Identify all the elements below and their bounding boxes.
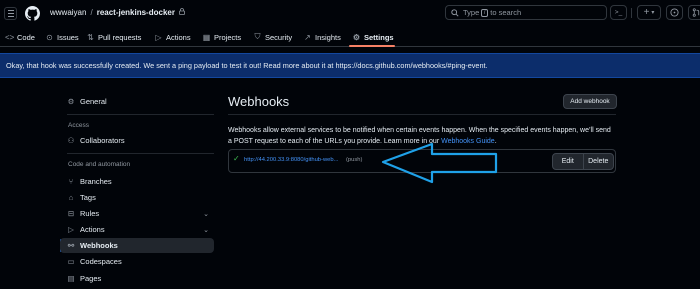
tab-actions[interactable]: ▷ Actions	[154, 30, 191, 44]
sidebar-item-label: Pages	[80, 274, 102, 283]
webhook-icon: ⚯	[67, 241, 75, 250]
search-input[interactable]: Type / to search	[445, 5, 607, 20]
sidebar-item-codespaces[interactable]: ▭ Codespaces	[60, 254, 214, 269]
tab-actions-label: Actions	[166, 32, 191, 42]
flash-notice: Okay, that hook was successfully created…	[0, 53, 700, 78]
tab-insights[interactable]: ↗ Insights	[303, 30, 341, 44]
sidebar-item-label: General	[80, 97, 107, 106]
sidebar-item-branches[interactable]: ⑂ Branches	[60, 174, 214, 189]
breadcrumb-separator: /	[90, 8, 93, 17]
pull-request-icon: ⇅	[87, 32, 94, 42]
table-icon: ▦	[202, 32, 211, 42]
tab-code[interactable]: <> Code	[5, 30, 35, 44]
command-palette-button[interactable]: >_	[610, 5, 627, 20]
repo-tabs: <> Code ⊙ Issues ⇅ Pull requests ▷ Actio…	[0, 27, 700, 47]
sidebar-heading-access: Access	[68, 122, 89, 129]
chevron-down-icon: ▾	[651, 10, 655, 16]
chevron-down-icon: ⌄	[203, 210, 209, 218]
sidebar-heading-code-automation: Code and automation	[68, 161, 131, 168]
webhook-url-link[interactable]: http://44.200.33.9:8080/github-web...	[244, 157, 338, 163]
tab-projects-label: Projects	[214, 32, 242, 42]
lock-icon	[179, 8, 185, 17]
git-pull-request-icon	[692, 8, 700, 17]
sidebar-item-rules[interactable]: ⊟ Rules ⌄	[60, 206, 214, 221]
webhook-event: (push)	[346, 157, 363, 163]
tab-settings[interactable]: ⚙ Settings	[352, 30, 394, 44]
title-divider	[228, 114, 616, 115]
annotation-arrow-icon	[381, 142, 498, 184]
page-title: Webhooks	[228, 94, 290, 109]
sidebar-divider	[67, 114, 214, 115]
code-icon: <>	[5, 32, 15, 42]
browser-icon: ▤	[67, 274, 75, 283]
tab-insights-label: Insights	[315, 32, 341, 42]
sidebar-item-tags[interactable]: ⌂ Tags	[60, 190, 214, 205]
breadcrumb-owner[interactable]: wwwaiyan	[50, 8, 86, 17]
sidebar-item-collaborators[interactable]: ⚇ Collaborators	[60, 133, 214, 148]
tab-issues-label: Issues	[57, 32, 79, 42]
sidebar-item-actions[interactable]: ▷ Actions ⌄	[60, 222, 214, 237]
plus-icon: +	[643, 7, 650, 18]
play-icon: ▷	[68, 225, 74, 234]
tab-projects[interactable]: ▦ Projects	[202, 30, 241, 44]
play-icon: ▷	[155, 32, 162, 42]
sidebar-item-label: Tags	[80, 193, 96, 202]
create-new-button[interactable]: + ▾	[637, 5, 661, 20]
issue-icon: ⊙	[46, 32, 53, 42]
gear-icon: ⚙	[67, 97, 75, 106]
add-webhook-button[interactable]: Add webhook	[563, 94, 617, 109]
issues-button[interactable]	[666, 5, 683, 20]
edit-button[interactable]: Edit	[553, 154, 583, 169]
tab-code-label: Code	[17, 32, 35, 42]
git-branch-icon: ⑂	[68, 177, 74, 186]
sidebar-divider	[67, 153, 214, 154]
sidebar-item-label: Actions	[80, 225, 105, 234]
search-shortcut-key: /	[481, 8, 489, 17]
shield-icon: ⛉	[254, 32, 261, 41]
tab-issues[interactable]: ⊙ Issues	[45, 30, 79, 44]
webhook-actions: Edit Delete	[552, 153, 614, 170]
sidebar-item-pages[interactable]: ▤ Pages	[60, 271, 214, 286]
delete-button[interactable]: Delete	[582, 154, 614, 169]
search-icon	[451, 8, 459, 17]
search-suffix: to search	[490, 8, 522, 17]
tag-icon: ⌂	[68, 193, 74, 202]
tab-security-label: Security	[265, 32, 293, 42]
tab-settings-label: Settings	[364, 32, 394, 42]
header-divider	[631, 8, 632, 18]
menu-icon[interactable]	[4, 7, 17, 20]
tab-pull-requests[interactable]: ⇅ Pull requests	[86, 30, 141, 44]
tab-pull-requests-label: Pull requests	[98, 32, 142, 42]
gear-icon: ⚙	[352, 32, 361, 42]
flash-message: Okay, that hook was successfully created…	[6, 61, 488, 70]
rules-icon: ⊟	[67, 209, 75, 218]
sidebar-item-label: Collaborators	[80, 136, 125, 145]
search-prefix: Type	[463, 8, 480, 17]
check-icon: ✓	[233, 154, 240, 163]
sidebar-item-label: Webhooks	[80, 241, 118, 250]
tab-security[interactable]: ⛉ Security	[253, 30, 293, 44]
sidebar-item-label: Codespaces	[80, 257, 122, 266]
terminal-icon: >_	[614, 9, 623, 16]
breadcrumb-repo[interactable]: react-jenkins-docker	[97, 8, 175, 17]
active-tab-indicator	[349, 45, 395, 47]
sidebar-item-webhooks[interactable]: ⚯ Webhooks	[60, 238, 214, 253]
breadcrumb: wwwaiyan / react-jenkins-docker	[50, 8, 185, 17]
codespaces-icon: ▭	[67, 257, 75, 266]
pull-requests-button[interactable]	[688, 5, 700, 20]
issue-opened-icon	[670, 8, 679, 17]
sidebar-item-general[interactable]: ⚙ General	[60, 94, 214, 109]
chevron-down-icon: ⌄	[203, 226, 209, 234]
graph-icon: ↗	[304, 32, 311, 42]
global-header: wwwaiyan / react-jenkins-docker Type / t…	[0, 0, 700, 27]
sidebar-item-label: Branches	[80, 177, 112, 186]
people-icon: ⚇	[67, 136, 75, 145]
github-logo-icon[interactable]	[25, 6, 40, 21]
sidebar-item-label: Rules	[80, 209, 100, 218]
